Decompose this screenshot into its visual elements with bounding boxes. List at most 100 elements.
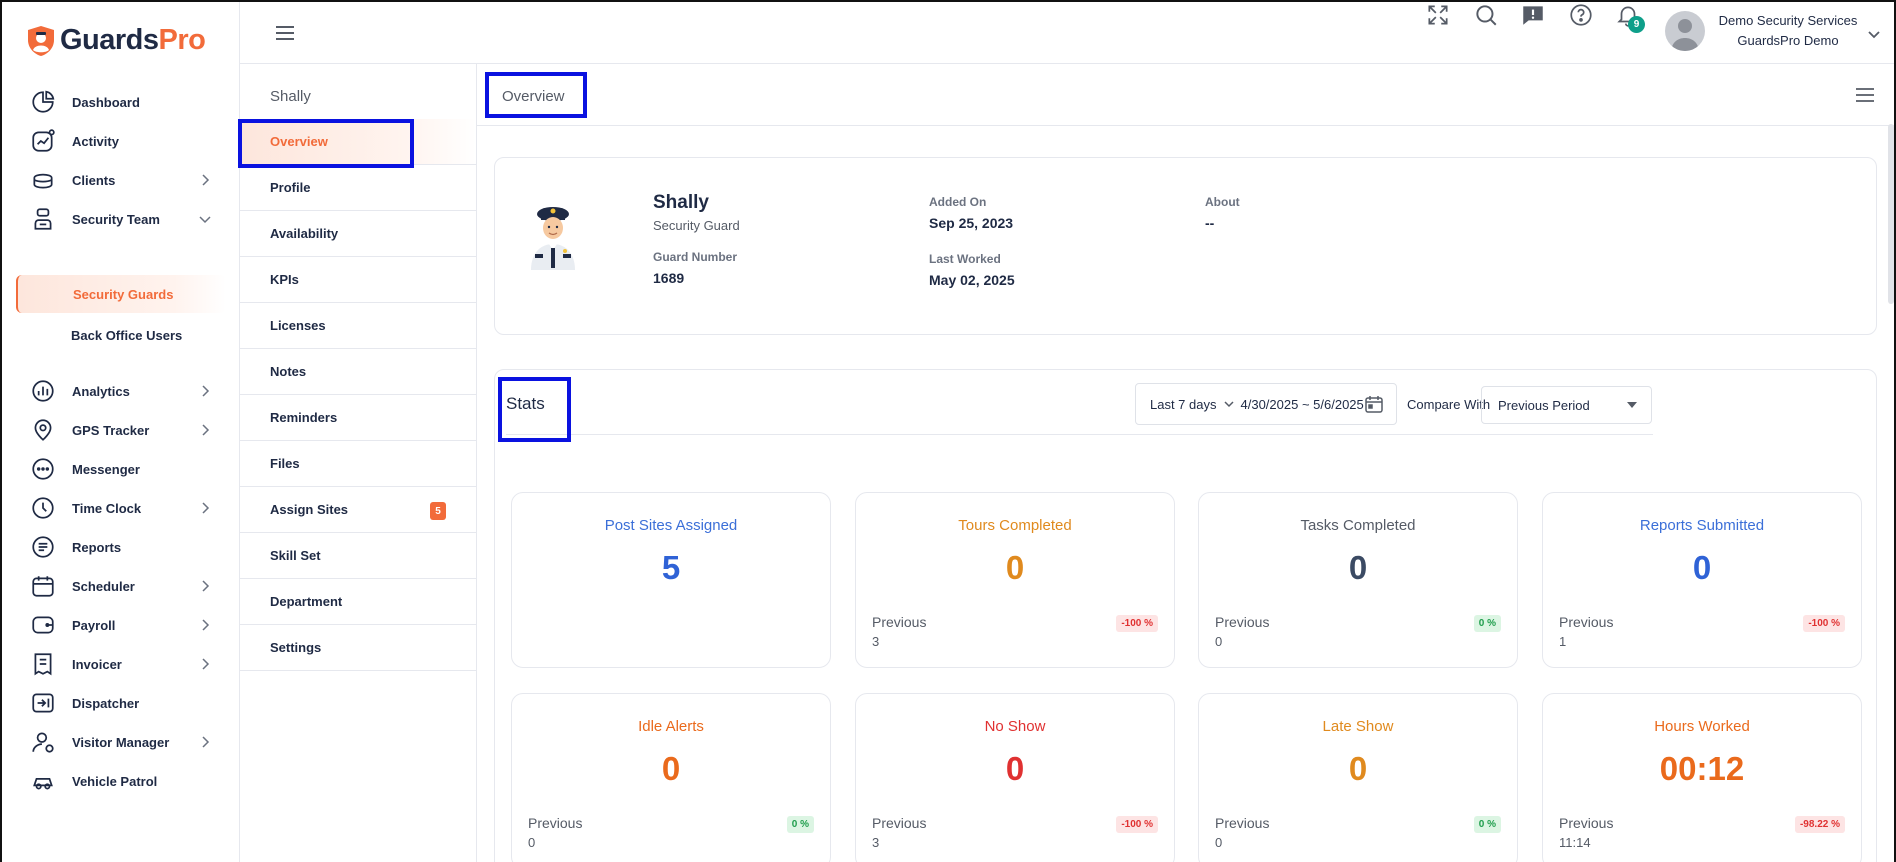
compare-with-select[interactable]: Previous Period	[1481, 386, 1652, 424]
guardspro-logo[interactable]: GuardsPro	[26, 24, 206, 57]
user-silhouette-icon	[1671, 19, 1699, 51]
change-badge: 0 %	[1473, 615, 1501, 632]
range-dates[interactable]: 4/30/2025 ~ 5/6/2025	[1241, 397, 1364, 412]
change-badge: -100 %	[1803, 615, 1845, 632]
sidebar-item-label: Messenger	[72, 461, 140, 477]
calendar-icon[interactable]	[1364, 394, 1384, 414]
stat-value: 0	[661, 750, 681, 787]
sidebar-item-label: Vehicle Patrol	[72, 773, 158, 789]
previous-label: Previous	[1215, 614, 1270, 630]
guard-info-card: Shally Security Guard Guard Number 1689 …	[494, 157, 1877, 335]
help-icon[interactable]	[1568, 2, 1594, 28]
change-badge: 0 %	[1473, 816, 1501, 833]
stat-card-hours-worked: Hours Worked 00:12 Previous 11:14 -98.22…	[1542, 693, 1862, 862]
sidebar-item-security-team[interactable]: Security Team	[16, 199, 226, 239]
pie-chart-icon	[32, 90, 55, 113]
previous-value: 0	[1215, 835, 1223, 850]
scrollbar[interactable]	[1888, 124, 1894, 304]
subnav-item-label: Files	[270, 456, 300, 471]
feedback-icon[interactable]	[1520, 2, 1546, 28]
menu-icon[interactable]	[1854, 86, 1876, 104]
about-value: --	[1205, 215, 1215, 231]
subnav-item-skill-set[interactable]: Skill Set	[240, 533, 476, 579]
chevron-right-icon	[202, 580, 210, 592]
notification-badge: 9	[1628, 16, 1645, 33]
sidebar-item-label: Invoicer	[72, 656, 122, 672]
stat-card-post-sites-assigned: Post Sites Assigned 5	[511, 492, 831, 668]
stat-value: 0	[1348, 549, 1368, 586]
stat-value: 0	[1692, 549, 1712, 586]
stat-card-reports-submitted: Reports Submitted 0 Previous 1 -100 %	[1542, 492, 1862, 668]
stat-title: Late Show	[1322, 718, 1394, 735]
invoice-icon	[34, 653, 52, 676]
chevron-right-icon	[202, 174, 210, 186]
stat-title: Reports Submitted	[1639, 517, 1765, 534]
subnav-item-settings[interactable]: Settings	[240, 625, 476, 671]
sidebar-item-gps-tracker[interactable]: GPS Tracker	[16, 410, 226, 450]
compare-with-value: Previous Period	[1498, 397, 1590, 413]
guard-name: Shally	[653, 192, 709, 213]
fullscreen-icon[interactable]	[1425, 2, 1451, 28]
previous-label: Previous	[872, 614, 927, 630]
previous-label: Previous	[1215, 815, 1270, 831]
guard-role: Security Guard	[653, 218, 740, 233]
subnav-item-reminders[interactable]: Reminders	[240, 395, 476, 441]
subnav-item-licenses[interactable]: Licenses	[240, 303, 476, 349]
sidebar-item-label: GPS Tracker	[72, 422, 150, 438]
range-preset[interactable]: Last 7 days	[1150, 397, 1217, 412]
sidebar-item-dashboard[interactable]: Dashboard	[16, 82, 226, 122]
sidebar-item-invoicer[interactable]: Invoicer	[16, 644, 226, 684]
sidebar-item-activity[interactable]: Activity	[16, 121, 226, 161]
subnav-item-notes[interactable]: Notes	[240, 349, 476, 395]
sidebar-item-security-guards[interactable]: Security Guards	[16, 275, 226, 313]
date-range-picker[interactable]: Last 7 days 4/30/2025 ~ 5/6/2025	[1135, 383, 1397, 425]
subnav-item-overview[interactable]: Overview	[240, 119, 476, 165]
calendar-icon	[32, 576, 54, 597]
search-icon[interactable]	[1473, 2, 1499, 28]
sidebar-item-time-clock[interactable]: Time Clock	[16, 488, 226, 528]
chevron-right-icon	[202, 619, 210, 631]
top-bar: 9 Demo Security Services GuardsPro Demo	[240, 2, 1894, 64]
subnav-item-label: Skill Set	[270, 548, 321, 563]
stat-title: Idle Alerts	[638, 718, 704, 735]
change-badge: -100 %	[1116, 615, 1158, 632]
change-badge: -100 %	[1116, 816, 1158, 833]
sidebar-item-visitor-manager[interactable]: Visitor Manager	[16, 722, 226, 762]
chevron-down-icon[interactable]	[1866, 26, 1882, 42]
previous-label: Previous	[1559, 815, 1614, 831]
sidebar-item-label: Activity	[72, 133, 119, 149]
location-pin-icon	[34, 419, 52, 441]
sidebar-item-analytics[interactable]: Analytics	[16, 371, 226, 411]
sidebar-item-reports[interactable]: Reports	[16, 527, 226, 567]
sidebar-item-payroll[interactable]: Payroll	[16, 605, 226, 645]
subnav-item-availability[interactable]: Availability	[240, 211, 476, 257]
guard-name-title: Shally	[270, 88, 311, 105]
assign-sites-count-badge: 5	[430, 502, 446, 520]
previous-label: Previous	[1559, 614, 1614, 630]
stat-title: Hours Worked	[1654, 718, 1750, 735]
subnav-item-profile[interactable]: Profile	[240, 165, 476, 211]
analytics-icon	[32, 380, 54, 402]
subnav-item-assign-sites[interactable]: Assign Sites 5	[240, 487, 476, 533]
sidebar-item-scheduler[interactable]: Scheduler	[16, 566, 226, 606]
menu-toggle-icon[interactable]	[274, 24, 296, 42]
subnav-item-department[interactable]: Department	[240, 579, 476, 625]
stat-title: Post Sites Assigned	[604, 517, 738, 534]
sidebar-item-dispatcher[interactable]: Dispatcher	[16, 683, 226, 723]
sidebar-item-back-office-users[interactable]: Back Office Users	[16, 316, 226, 354]
sidebar-item-label: Security Guards	[73, 286, 174, 302]
subnav-item-label: KPIs	[270, 272, 299, 287]
subnav-item-label: Reminders	[270, 410, 338, 425]
sidebar-item-messenger[interactable]: Messenger	[16, 449, 226, 489]
subnav-item-label: Licenses	[270, 318, 326, 333]
last-worked-value: May 02, 2025	[929, 272, 1015, 288]
sidebar-item-label: Reports	[72, 539, 122, 555]
avatar[interactable]	[1665, 11, 1705, 51]
main-content: Overview Shally Security Guard Guard Num…	[477, 64, 1894, 862]
subnav-item-kpis[interactable]: KPIs	[240, 257, 476, 303]
clients-icon	[33, 173, 53, 189]
sidebar-item-vehicle-patrol[interactable]: Vehicle Patrol	[16, 761, 226, 801]
sidebar-item-label: Back Office Users	[71, 327, 183, 343]
subnav-item-files[interactable]: Files	[240, 441, 476, 487]
sidebar-item-clients[interactable]: Clients	[16, 160, 226, 200]
